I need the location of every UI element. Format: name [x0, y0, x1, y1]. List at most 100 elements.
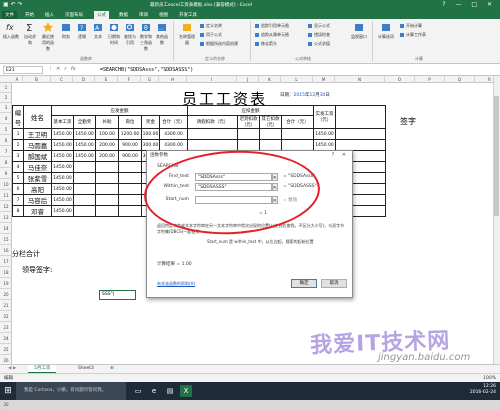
column-header[interactable]: O [385, 76, 415, 83]
logical-button[interactable]: ? 逻辑 [75, 22, 89, 40]
row-header[interactable]: 16 [0, 245, 12, 256]
sheet-tab-may-salary[interactable]: 5月工资 [28, 365, 57, 373]
row-header[interactable]: 9 [0, 168, 12, 179]
row-header[interactable]: 10 [0, 179, 12, 190]
more-functions-button[interactable]: … 其他函数 [155, 22, 169, 46]
column-header[interactable]: L [281, 76, 313, 83]
excel-icon[interactable]: X [180, 385, 192, 397]
range-picker-icon[interactable]: ⇱ [272, 173, 278, 181]
trace-dependents-item[interactable]: 追踪从属单元格 [255, 32, 289, 38]
add-sheet-icon[interactable]: ⊕ [104, 365, 120, 373]
row-header[interactable]: 17 [0, 256, 12, 267]
row-header[interactable]: 21 [0, 300, 12, 311]
column-header[interactable]: G [141, 76, 159, 83]
window-controls[interactable]: ? — □ ✕ [442, 1, 496, 8]
tab-developer[interactable]: 开发工具 [176, 11, 200, 19]
row-header[interactable]: 14 [0, 223, 12, 234]
system-tray[interactable]: 12:26 2016-02-24 [470, 384, 496, 396]
remove-arrows-item[interactable]: 移去箭头 [255, 41, 277, 47]
column-header[interactable]: C [51, 76, 73, 83]
column-header[interactable]: Q [445, 76, 475, 83]
tab-formulas[interactable]: 公式 [94, 11, 109, 19]
autosum-button[interactable]: Σ 自动求和 [23, 22, 37, 46]
evaluate-formula-item[interactable]: 公式求值 [308, 41, 330, 47]
row-header[interactable]: 30 [0, 399, 12, 410]
column-header[interactable]: A [12, 76, 23, 83]
name-box[interactable]: E21 [3, 66, 43, 74]
row-header[interactable]: 18 [0, 267, 12, 278]
row-header[interactable]: 6 [0, 135, 12, 146]
scrollbar-thumb[interactable] [494, 96, 499, 216]
row-header[interactable]: 11 [0, 190, 12, 201]
folder-icon[interactable]: ▤ [164, 385, 176, 397]
find-text-input[interactable]: "SDDSAsss" [195, 173, 272, 181]
row-header[interactable]: 19 [0, 278, 12, 289]
row-header[interactable]: 8 [0, 157, 12, 168]
row-header[interactable]: 15 [0, 234, 12, 245]
create-from-selection-item[interactable]: 根据所选内容创建 [200, 41, 238, 47]
column-header[interactable]: M [313, 76, 335, 83]
name-manager-button[interactable]: 名称管理器 [178, 22, 196, 46]
tab-home[interactable]: 开始 [22, 11, 37, 19]
column-header[interactable]: K [259, 76, 281, 83]
row-header[interactable]: 3 [0, 103, 12, 113]
within-text-input[interactable]: "SDDSASSS" [195, 183, 272, 191]
row-header[interactable]: 23 [0, 322, 12, 333]
column-header[interactable]: F [118, 76, 141, 83]
row-header[interactable]: 20 [0, 289, 12, 300]
calculate-sheet-item[interactable]: 计算工作表 [400, 32, 426, 38]
financial-button[interactable]: 财务 [59, 22, 73, 40]
define-name-item[interactable]: 定义名称 [200, 23, 222, 29]
column-header[interactable]: E [95, 76, 118, 83]
row-header[interactable]: 7 [0, 146, 12, 157]
row-header[interactable]: 2 [0, 93, 12, 103]
task-view-icon[interactable]: ▭ [132, 385, 144, 397]
tab-view[interactable]: 视图 [156, 11, 171, 19]
tab-data[interactable]: 数据 [116, 11, 131, 19]
column-header[interactable]: D [73, 76, 95, 83]
column-header[interactable]: J [237, 76, 259, 83]
cancel-button[interactable]: 取消 [321, 279, 347, 288]
watch-window-button[interactable]: 监视窗口 [350, 22, 368, 40]
recent-functions-button[interactable]: 最近使用的函数 [41, 22, 55, 52]
calculate-now-item[interactable]: 开始计算 [400, 23, 422, 29]
column-header[interactable]: N [335, 76, 385, 83]
formula-bar-buttons[interactable]: ⋮ ✕ ✓ fx [48, 66, 76, 72]
formula-input[interactable]: =SEARCHB("SDDSAsss","SDDSASSS") [98, 65, 478, 75]
dialog-title[interactable]: 函数参数 [147, 151, 352, 161]
lookup-reference-button[interactable]: 查找与引用 [123, 22, 137, 46]
cortana-search[interactable]: 我是 Cortana，小娜。有问题尽管问我。 [16, 382, 126, 400]
row-header[interactable]: 4 [0, 113, 12, 124]
insert-function-button[interactable]: fx 插入函数 [3, 22, 19, 40]
column-header[interactable]: H [159, 76, 187, 83]
tab-nav-arrows[interactable]: ◀ ▶ [2, 365, 22, 373]
trace-precedents-item[interactable]: 追踪引用单元格 [255, 23, 289, 29]
active-cell[interactable]: SSS") [99, 290, 136, 300]
tab-page-layout[interactable]: 页面布局 [62, 11, 86, 19]
row-header[interactable]: 12 [0, 201, 12, 212]
column-header[interactable]: I [187, 76, 237, 83]
row-header[interactable]: 5 [0, 124, 12, 135]
browser-icon[interactable]: e [148, 385, 160, 397]
tab-review[interactable]: 审阅 [136, 11, 151, 19]
use-in-formula-item[interactable]: 用于公式 [200, 32, 222, 38]
calc-options-button[interactable]: 计算选项 [377, 22, 395, 40]
text-button[interactable]: A 文本 [91, 22, 105, 40]
row-header[interactable]: 13 [0, 212, 12, 223]
quick-access-icon[interactable]: ▣ ↶ ↷ [3, 1, 23, 8]
row-header[interactable]: 25 [0, 344, 12, 355]
row-header[interactable]: 24 [0, 333, 12, 344]
date-time-button[interactable]: 日期和时间 [107, 22, 121, 46]
range-picker-icon[interactable]: ⇱ [272, 183, 278, 191]
column-header[interactable]: B [23, 76, 51, 83]
show-formulas-item[interactable]: 显示公式 [308, 23, 330, 29]
error-checking-item[interactable]: 错误检查 [308, 32, 330, 38]
row-header[interactable]: 22 [0, 311, 12, 322]
dialog-controls[interactable]: ? ✕ [332, 152, 349, 158]
tab-file[interactable]: 文件 [2, 11, 17, 19]
ok-button[interactable]: 确定 [291, 279, 317, 288]
math-trig-button[interactable]: θ 数学和三角函数 [139, 22, 153, 52]
tab-insert[interactable]: 插入 [42, 11, 57, 19]
help-link[interactable]: 有关该函数的帮助(H) [157, 281, 195, 287]
column-header[interactable]: P [415, 76, 445, 83]
